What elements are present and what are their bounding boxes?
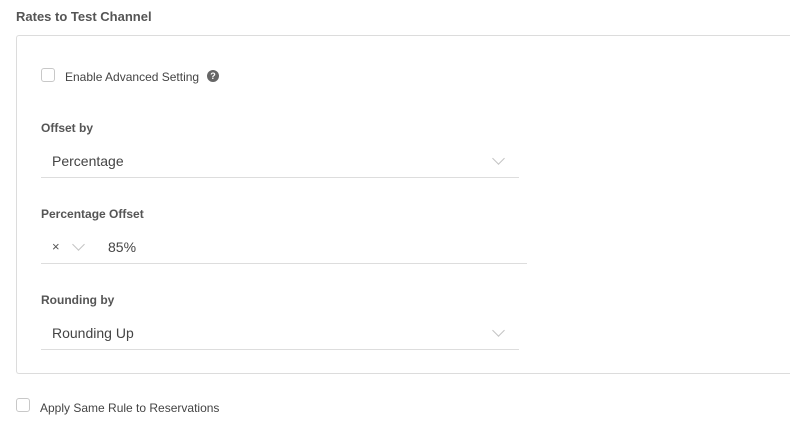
help-icon[interactable]: ? — [207, 70, 219, 82]
advanced-setting-checkbox[interactable] — [41, 68, 55, 82]
rounding-by-select[interactable]: Rounding Up — [41, 317, 519, 350]
percentage-offset-input[interactable]: 85% — [108, 239, 136, 255]
apply-reservations-checkbox[interactable] — [16, 398, 30, 412]
chevron-down-icon — [492, 152, 505, 165]
apply-reservations-label[interactable]: Apply Same Rule to Reservations — [40, 401, 219, 415]
chevron-down-icon[interactable] — [72, 238, 85, 251]
rates-settings: Rates to Test Channel Enable Advanced Se… — [0, 0, 790, 429]
percentage-offset-label: Percentage Offset — [41, 207, 144, 221]
rounding-by-value: Rounding Up — [52, 325, 134, 341]
advanced-setting-label[interactable]: Enable Advanced Setting — [65, 70, 199, 84]
offset-by-value: Percentage — [52, 153, 124, 169]
percentage-offset-field: × 85% — [41, 231, 527, 264]
offset-by-select[interactable]: Percentage — [41, 145, 519, 178]
operator-select-value[interactable]: × — [52, 239, 60, 254]
rounding-by-label: Rounding by — [41, 293, 115, 307]
chevron-down-icon — [492, 324, 505, 337]
offset-by-label: Offset by — [41, 121, 94, 135]
